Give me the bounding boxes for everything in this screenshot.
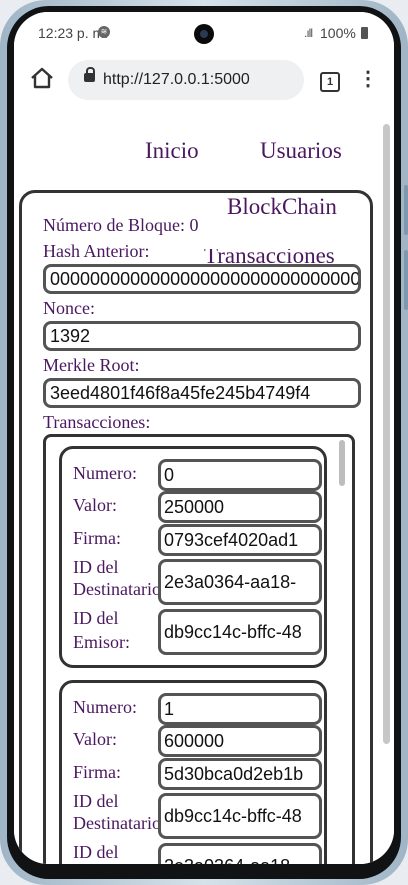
tx-dest-label-2: Destinatario: (73, 579, 166, 599)
phone-frame: 12:23 p. m. ≋ .ıll 100% http://127.0.0.1… (0, 0, 408, 885)
front-camera (194, 24, 214, 44)
nav-link-inicio[interactable]: Inicio (145, 138, 199, 164)
previous-hash-label: Hash Anterior: (43, 241, 150, 261)
transaction-card: Numero: 0 Valor: 250000 Firma: 0793cef40… (59, 446, 327, 668)
home-icon[interactable] (29, 65, 55, 91)
signal-icon: .ıll (304, 26, 313, 40)
tx-emisor-label-2: Emisor: (73, 632, 130, 652)
tx-firma-label: Firma: (73, 528, 121, 548)
tx-valor-label: Valor: (73, 729, 117, 749)
power-button (404, 250, 408, 310)
tx-dest-label-1: ID del (73, 557, 119, 577)
battery-icon (361, 27, 368, 39)
nav-transacciones-text: Transacciones (204, 249, 335, 265)
tx-valor-field[interactable]: 250000 (158, 491, 322, 523)
tx-firma-label: Firma: (73, 762, 121, 782)
browser-toolbar: http://127.0.0.1:5000 1 ⋮ (14, 52, 394, 111)
tx-emisor-label-1: ID del (73, 842, 119, 862)
tx-numero-field[interactable]: 0 (158, 459, 322, 491)
tx-dest-label-2: Destinatario: (73, 813, 166, 833)
nonce-field[interactable]: 1392 (43, 321, 361, 351)
merkle-root-label: Merkle Root: (43, 355, 140, 375)
tx-valor-label: Valor: (73, 495, 117, 515)
nav-link-transacciones[interactable]: Transacciones (204, 249, 335, 265)
tx-emisor-field[interactable]: 2e3a0364-aa18- (158, 843, 322, 864)
tx-numero-label: Numero: (73, 697, 137, 717)
tx-firma-field[interactable]: 5d30bca0d2eb1b (158, 758, 322, 790)
screen: 12:23 p. m. ≋ .ıll 100% http://127.0.0.1… (14, 12, 394, 864)
transactions-list[interactable]: Numero: 0 Valor: 250000 Firma: 0793cef40… (43, 434, 355, 864)
tx-destinatario-field[interactable]: db9cc14c-bffc-48 (158, 793, 322, 839)
url-text: http://127.0.0.1:5000 (103, 71, 250, 88)
tx-valor-field[interactable]: 600000 (158, 725, 322, 757)
tx-numero-field[interactable]: 1 (158, 693, 322, 725)
battery-percent: 100% (320, 25, 356, 41)
kebab-menu-icon[interactable]: ⋮ (358, 68, 378, 92)
block-number-label: Número de Bloque: 0 (43, 215, 199, 235)
web-page: Inicio Usuarios Número de Bloque: 0 Hash… (14, 110, 394, 864)
tx-emisor-field[interactable]: db9cc14c-bffc-48 (158, 609, 322, 655)
nonce-label: Nonce: (43, 298, 95, 318)
nav-link-blockchain[interactable]: BlockChain (227, 194, 337, 220)
tx-numero-label: Numero: (73, 463, 137, 483)
page-scrollbar[interactable] (383, 124, 390, 744)
address-bar[interactable]: http://127.0.0.1:5000 (68, 60, 304, 100)
tx-emisor-label-1: ID del (73, 608, 119, 628)
volume-button (404, 185, 408, 235)
tx-firma-field[interactable]: 0793cef4020ad1 (158, 524, 322, 556)
previous-hash-field[interactable]: 0000000000000000000000000000000000000000… (43, 264, 361, 294)
tab-switcher-button[interactable]: 1 (320, 72, 340, 92)
transactions-label: Transacciones: (43, 412, 151, 432)
tx-dest-label-1: ID del (73, 791, 119, 811)
lock-icon (84, 67, 95, 82)
transactions-scrollbar[interactable] (339, 440, 345, 486)
spotify-icon: ≋ (98, 26, 110, 38)
transaction-card: Numero: 1 Valor: 600000 Firma: 5d30bca0d… (59, 680, 327, 864)
merkle-root-field[interactable]: 3eed4801f46f8a45fe245b4749f4 (43, 378, 361, 408)
tx-destinatario-field[interactable]: 2e3a0364-aa18- (158, 559, 322, 605)
status-bar: 12:23 p. m. ≋ .ıll 100% (14, 12, 394, 52)
nav-link-usuarios[interactable]: Usuarios (260, 138, 342, 164)
